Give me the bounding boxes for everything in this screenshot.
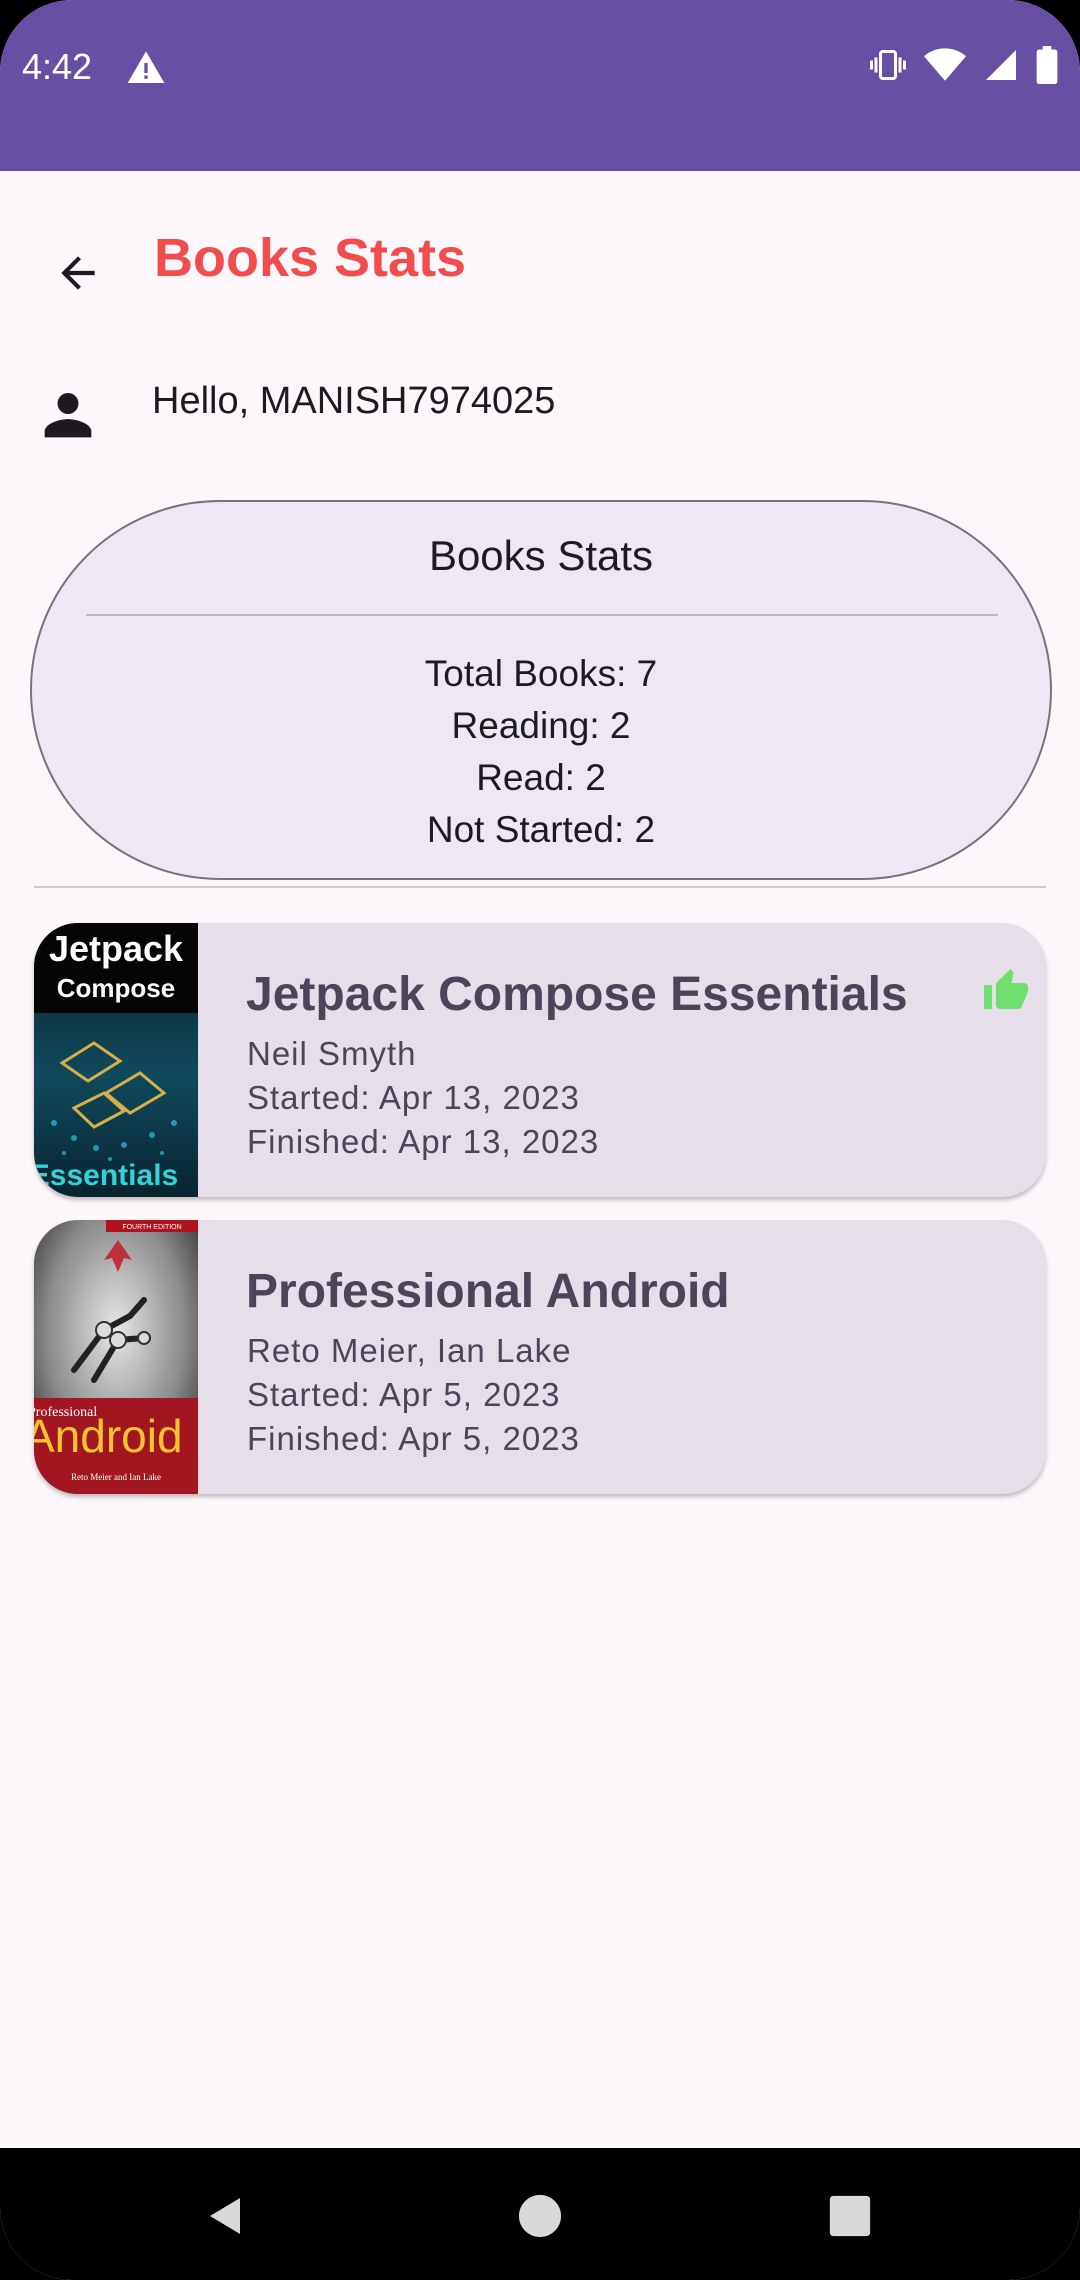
app-screen: 4:42 Books Stats Hello, MANISH7974025 Bo… — [0, 0, 1080, 2280]
stats-divider — [86, 614, 998, 616]
thumb-up-icon[interactable] — [982, 967, 1030, 1015]
stat-total-books: Total Books: 7 — [424, 653, 658, 694]
wifi-icon — [924, 48, 966, 81]
greeting-text: Hello, MANISH7974025 — [152, 380, 556, 422]
home-circle-icon — [518, 2194, 562, 2238]
person-icon — [44, 393, 92, 438]
cover-edition: FOURTH EDITION — [122, 1224, 181, 1231]
greeting-row: Hello, MANISH7974025 — [0, 360, 1080, 460]
stat-read: Read: 2 — [476, 757, 606, 798]
status-icons — [868, 46, 1058, 84]
back-button[interactable] — [38, 233, 118, 313]
arrow-back-icon — [61, 256, 95, 290]
battery-icon — [1036, 46, 1058, 84]
signal-icon — [986, 50, 1016, 80]
nav-home-button[interactable] — [500, 2176, 580, 2256]
back-triangle-icon — [210, 2198, 240, 2234]
nav-back-button[interactable] — [186, 2176, 266, 2256]
book-started-date: Started: Apr 5, 2023 — [247, 1376, 561, 1413]
books-stats-card: Books Stats Total Books: 7 Reading: 2 Re… — [30, 500, 1052, 880]
stat-not-started: Not Started: 2 — [426, 809, 656, 850]
stats-title: Books Stats — [428, 532, 654, 579]
cover-title-line-3: Essentials — [34, 1159, 178, 1192]
book-title: Jetpack Compose Essentials — [246, 968, 908, 1021]
cover-title-line-2: Android — [34, 1410, 183, 1462]
page-title: Books Stats — [154, 228, 467, 288]
nav-recents-button[interactable] — [810, 2176, 890, 2256]
section-divider — [34, 886, 1046, 888]
cover-title-line-2: Compose — [57, 973, 175, 1003]
status-time: 4:42 — [22, 46, 93, 87]
recents-square-icon — [829, 2195, 871, 2237]
vibrate-icon — [870, 50, 906, 80]
cover-authors: Reto Meier and Ian Lake — [71, 1472, 161, 1482]
book-title: Professional Android — [246, 1265, 730, 1318]
cover-title-line-1: Jetpack — [49, 928, 184, 969]
system-nav-bar — [0, 2148, 1080, 2280]
book-finished-date: Finished: Apr 5, 2023 — [247, 1420, 580, 1457]
book-card[interactable]: FOURTH EDITION Professional Android Reto… — [34, 1220, 1046, 1494]
book-cover-image: Jetpack Compose Essentials — [34, 923, 198, 1197]
book-started-date: Started: Apr 13, 2023 — [247, 1079, 580, 1116]
stat-reading: Reading: 2 — [451, 705, 631, 746]
status-bar: 4:42 — [0, 0, 1080, 171]
book-cover-image: FOURTH EDITION Professional Android Reto… — [34, 1220, 198, 1494]
top-app-bar: Books Stats — [0, 171, 1080, 351]
book-card[interactable]: Jetpack Compose Essentials Jetpack Compo… — [34, 923, 1046, 1197]
stats-lines: Total Books: 7 Reading: 2 Read: 2 Not St… — [32, 648, 1050, 856]
book-author: Neil Smyth — [247, 1035, 417, 1072]
book-author: Reto Meier, Ian Lake — [247, 1332, 572, 1369]
book-finished-date: Finished: Apr 13, 2023 — [247, 1123, 600, 1160]
warning-icon — [127, 51, 165, 83]
